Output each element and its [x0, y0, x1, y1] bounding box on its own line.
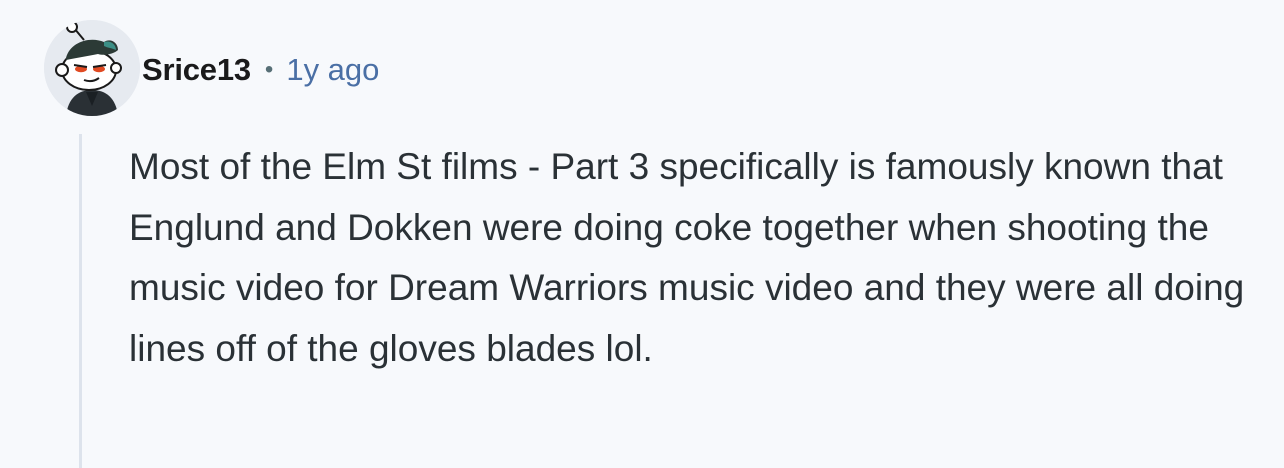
timestamp[interactable]: 1y ago	[286, 52, 379, 88]
snoo-avatar-icon	[44, 20, 140, 116]
thread-collapse-line[interactable]	[79, 134, 82, 468]
avatar[interactable]	[44, 20, 140, 116]
comment-meta: Srice13 • 1y ago	[142, 48, 379, 92]
comment: Srice13 • 1y ago Most of the Elm St film…	[0, 0, 1284, 468]
comment-body: Most of the Elm St films - Part 3 specif…	[129, 146, 1245, 369]
author-name[interactable]: Srice13	[142, 52, 251, 88]
meta-separator: •	[264, 56, 274, 83]
